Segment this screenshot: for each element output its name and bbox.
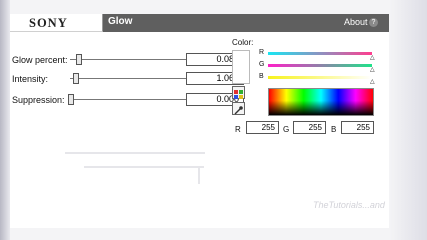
blue-channel-handle[interactable]: △ [370, 78, 375, 85]
green-channel-slider[interactable] [268, 64, 372, 67]
b-value-input[interactable]: 255 [341, 121, 374, 134]
sony-logo: SONY [10, 14, 103, 32]
g-value-input[interactable]: 255 [293, 121, 326, 134]
green-channel-label: G [259, 61, 265, 68]
red-channel-slider[interactable] [268, 52, 372, 55]
red-channel-handle[interactable]: △ [370, 54, 375, 61]
brand-text: SONY [29, 16, 68, 30]
b-value-label: B [331, 125, 337, 134]
color-swatch[interactable] [232, 50, 250, 84]
color-label: Color: [232, 38, 254, 47]
glow-percent-label: Glow percent: [12, 55, 68, 65]
green-channel-handle[interactable]: △ [370, 66, 375, 73]
glow-percent-slider-thumb[interactable] [76, 54, 82, 65]
color-spectrum-picker[interactable] [268, 88, 374, 116]
ghost-line [84, 166, 204, 168]
red-channel-label: R [259, 49, 265, 56]
suppression-track[interactable] [70, 99, 186, 101]
effect-header: SONY Glow About ? [10, 14, 389, 32]
r-value-input[interactable]: 255 [246, 121, 279, 134]
ghost-line [65, 152, 205, 154]
right-border [389, 0, 427, 240]
palette-icon[interactable] [232, 86, 245, 99]
glow-percent-track[interactable] [70, 59, 186, 61]
about-link[interactable]: About [344, 17, 368, 27]
watermark: TheTutorials...and [313, 200, 385, 210]
blue-channel-slider[interactable] [268, 76, 372, 79]
suppression-slider-thumb[interactable] [68, 94, 74, 105]
intensity-label: Intensity: [12, 74, 49, 84]
help-icon[interactable]: ? [369, 18, 378, 27]
intensity-track[interactable] [70, 78, 186, 80]
left-border [0, 0, 10, 240]
eyedropper-icon[interactable] [232, 102, 245, 115]
glow-effect-panel: SONY Glow About ? Glow percent: 0.083 In… [10, 14, 389, 228]
blue-channel-label: B [259, 73, 264, 80]
intensity-slider-thumb[interactable] [73, 73, 79, 84]
r-value-label: R [235, 125, 241, 134]
effect-title: Glow [108, 16, 133, 27]
g-value-label: G [283, 125, 290, 134]
suppression-label: Suppression: [12, 95, 65, 105]
ghost-line [198, 166, 200, 184]
